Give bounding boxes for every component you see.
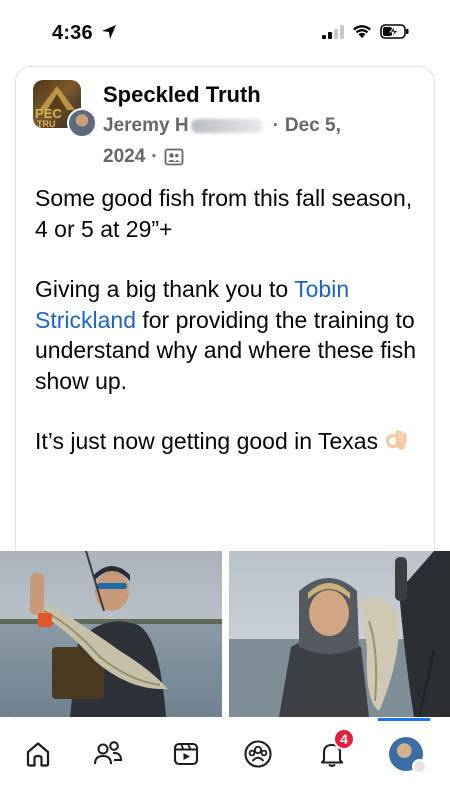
post-paragraph-3: It’s just now getting good in Texas — [35, 426, 420, 457]
meta-separator: · — [151, 146, 158, 167]
status-icons — [322, 24, 410, 39]
post-photos — [0, 551, 450, 717]
svg-text:TRU: TRU — [37, 119, 56, 128]
battery-charging-icon — [380, 24, 409, 39]
post-meta-date: 2024 · — [103, 146, 184, 168]
notifications-badge: 4 — [333, 728, 355, 750]
video-icon — [173, 742, 199, 766]
nav-groups[interactable] — [236, 732, 280, 776]
bottom-nav — [0, 718, 450, 790]
nav-home[interactable] — [16, 732, 60, 776]
home-icon — [26, 742, 50, 767]
ok-hand-emoji — [385, 430, 407, 450]
nav-profile-menu[interactable] — [384, 732, 428, 776]
author-name[interactable]: Jeremy H — [103, 115, 189, 137]
status-time: 4:36 — [52, 22, 93, 44]
groups-icon — [244, 740, 272, 768]
post-paragraph-1: Some good fish from this fall season, 4 … — [35, 185, 413, 242]
friends-icon — [93, 741, 123, 765]
group-audience-icon — [164, 148, 184, 166]
photo-1-image — [0, 551, 222, 717]
photo-2-image — [229, 551, 450, 717]
wifi-icon — [353, 25, 371, 38]
profile-menu-icon — [389, 737, 427, 774]
paragraph-3-text: It’s just now getting good in Texas — [35, 428, 379, 454]
status-bar: 4:36 — [0, 0, 450, 60]
post-year[interactable]: 2024 — [103, 146, 145, 168]
post-text: Some good fish from this fall season, 4 … — [35, 183, 420, 457]
nav-video[interactable] — [164, 732, 208, 776]
post-photo-2[interactable] — [229, 551, 450, 717]
group-name[interactable]: Speckled Truth — [103, 82, 261, 108]
author-avatar[interactable] — [67, 108, 97, 138]
active-tab-indicator — [378, 718, 430, 721]
post-photo-1[interactable] — [0, 551, 222, 717]
menu-badge-icon — [412, 759, 427, 774]
redacted-name — [190, 119, 263, 133]
post-paragraph-2: Giving a big thank you to Tobin Strickla… — [35, 274, 420, 396]
paragraph-2-start: Giving a big thank you to — [35, 276, 295, 302]
signal-icon — [322, 24, 344, 39]
post-avatars[interactable]: PEC TRU — [33, 80, 97, 140]
post-meta-author: Jeremy H · Dec 5, — [103, 115, 341, 137]
post-date[interactable]: Dec 5, — [285, 115, 341, 137]
nav-friends[interactable] — [86, 732, 130, 776]
location-arrow-icon — [102, 25, 116, 39]
meta-separator: · — [272, 115, 279, 136]
